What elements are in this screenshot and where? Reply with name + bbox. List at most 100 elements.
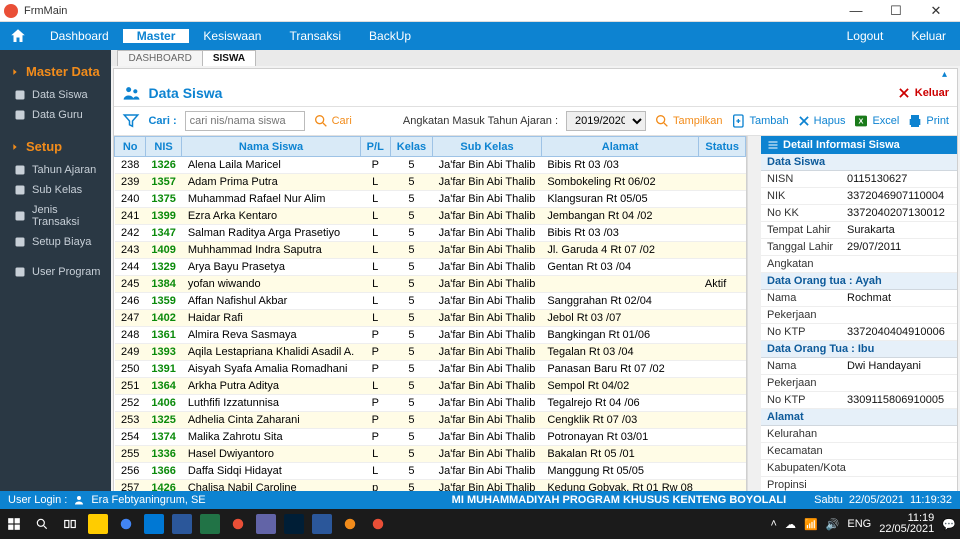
taskbar-app[interactable] [144,514,164,534]
tray-chevron-icon[interactable]: ˄ [771,518,777,530]
col-header[interactable]: Status [699,137,746,157]
search-input[interactable] [185,111,305,131]
menu-backup[interactable]: BackUp [355,29,425,43]
menu-kesiswaan[interactable]: Kesiswaan [189,29,275,43]
detail-section: Data Orang Tua : Ibu [761,341,957,358]
start-button[interactable] [4,514,24,534]
taskbar-app[interactable] [172,514,192,534]
data-table-container[interactable]: NoNISNama SiswaP/LKelasSub KelasAlamatSt… [114,136,747,491]
table-row[interactable]: 2521406Luthfifi IzzatunnisaP5Ja'far Bin … [115,395,746,412]
menu-dashboard[interactable]: Dashboard [36,29,123,43]
table-row[interactable]: 2421347Salman Raditya Arga PrasetiyoL5Ja… [115,225,746,242]
detail-row: Tanggal Lahir29/07/2011 [761,239,957,256]
table-row[interactable]: 2531325Adhelia Cinta ZaharaniP5Ja'far Bi… [115,412,746,429]
collapse-caret-icon[interactable]: ▴ [114,69,957,80]
toolbar: Cari : Cari Angkatan Masuk Tahun Ajaran … [114,106,957,136]
taskbar-app[interactable] [256,514,276,534]
task-view-icon[interactable] [60,514,80,534]
taskbar-app[interactable] [88,514,108,534]
app-icon [4,4,18,18]
detail-row: No KTP3309115806910005 [761,392,957,409]
tray-lang[interactable]: ENG [847,518,871,530]
angkatan-select[interactable]: 2019/2020 [566,111,646,131]
tampilkan-button[interactable]: Tampilkan [654,113,723,129]
detail-header: Detail Informasi Siswa [761,136,957,154]
col-header[interactable]: Kelas [390,137,432,157]
table-row[interactable]: 2431409Muhhammad Indra SaputraL5Ja'far B… [115,242,746,259]
scrollbar[interactable] [747,136,761,491]
table-row[interactable]: 2541374Malika Zahrotu SitaP5Ja'far Bin A… [115,429,746,446]
print-button[interactable]: Print [907,113,949,129]
tray-wifi-icon[interactable]: 📶 [804,518,818,531]
home-icon[interactable] [0,27,36,45]
panel-exit-button[interactable]: Keluar [897,86,949,100]
col-header[interactable]: Alamat [541,137,699,157]
angkatan-label: Angkatan Masuk Tahun Ajaran : [403,115,558,127]
sidebar-item[interactable]: Setup Biaya [10,232,101,252]
table-row[interactable]: 2561366Daffa Sidqi HidayatL5Ja'far Bin A… [115,463,746,480]
hapus-button[interactable]: Hapus [797,114,846,128]
table-row[interactable]: 2481361Almira Reva SasmayaP5Ja'far Bin A… [115,327,746,344]
table-row[interactable]: 2441329Arya Bayu PrasetyaL5Ja'far Bin Ab… [115,259,746,276]
list-icon [767,139,779,151]
col-header[interactable]: No [115,137,145,157]
window-titlebar: FrmMain — ☐ ✕ [0,0,960,22]
table-row[interactable]: 2551336Hasel DwiyantoroL5Ja'far Bin Abi … [115,446,746,463]
detail-row: Pekerjaan [761,307,957,324]
col-header[interactable]: P/L [360,137,390,157]
menu-keluar[interactable]: Keluar [897,29,960,43]
menu-logout[interactable]: Logout [833,29,898,43]
taskbar-search-icon[interactable] [32,514,52,534]
sidebar-group[interactable]: Setup [10,139,101,154]
sidebar-item[interactable]: Jenis Transaksi [10,200,101,232]
taskbar-app[interactable] [312,514,332,534]
col-header[interactable]: Nama Siswa [182,137,360,157]
taskbar-app[interactable] [200,514,220,534]
table-row[interactable]: 2381326Alena Laila MaricelP5Ja'far Bin A… [115,157,746,174]
close-button[interactable]: ✕ [916,3,956,19]
sidebar-item[interactable]: Data Siswa [10,85,101,105]
tambah-button[interactable]: Tambah [731,113,789,129]
tray-volume-icon[interactable]: 🔊 [826,518,840,531]
sidebar-item[interactable]: Tahun Ajaran [10,160,101,180]
sidebar-group[interactable]: Master Data [10,64,101,79]
tab-siswa[interactable]: SISWA [202,50,256,66]
maximize-button[interactable]: ☐ [876,3,916,19]
minimize-button[interactable]: — [836,3,876,18]
tab-dashboard[interactable]: DASHBOARD [117,50,202,66]
excel-button[interactable]: X Excel [853,113,899,129]
taskbar-app[interactable] [116,514,136,534]
search-button[interactable]: Cari [313,113,352,129]
taskbar-app[interactable] [228,514,248,534]
table-row[interactable]: 2451384yofan wiwandoL5Ja'far Bin Abi Tha… [115,276,746,293]
table-row[interactable]: 2511364Arkha Putra AdityaL5Ja'far Bin Ab… [115,378,746,395]
detail-row: Pekerjaan [761,375,957,392]
table-row[interactable]: 2471402Haidar RafiL5Ja'far Bin Abi Thali… [115,310,746,327]
menu-transaksi[interactable]: Transaksi [275,29,355,43]
tray-cloud-icon[interactable]: ☁ [785,518,796,531]
col-header[interactable]: Sub Kelas [433,137,542,157]
table-row[interactable]: 2411399Ezra Arka KentaroL5Ja'far Bin Abi… [115,208,746,225]
table-row[interactable]: 2571426Chalisa Nabil Carolinep5Ja'far Bi… [115,480,746,492]
detail-row: NamaRochmat [761,290,957,307]
sidebar-item[interactable]: Sub Kelas [10,180,101,200]
table-row[interactable]: 2491393Aqila Lestapriana Khalidi Asadil … [115,344,746,361]
system-tray[interactable]: ˄ ☁ 📶 🔊 ENG 11:19 22/05/2021 💬 [771,513,956,535]
table-row[interactable]: 2401375Muhammad Rafael Nur AlimL5Ja'far … [115,191,746,208]
taskbar-app[interactable] [368,514,388,534]
sidebar-item[interactable]: User Program [10,262,101,282]
tray-date: 22/05/2021 [879,524,934,535]
tray-notification-icon[interactable]: 💬 [942,518,956,531]
window-title: FrmMain [24,5,836,17]
menu-master[interactable]: Master [123,29,190,43]
sidebar-item[interactable]: Data Guru [10,105,101,125]
taskbar-app[interactable] [284,514,304,534]
table-row[interactable]: 2501391Aisyah Syafa Amalia RomadhaniP5Ja… [115,361,746,378]
table-row[interactable]: 2391357Adam Prima PutraL5Ja'far Bin Abi … [115,174,746,191]
status-time: 11:19:32 [910,494,952,506]
table-row[interactable]: 2461359Affan Nafishul AkbarL5Ja'far Bin … [115,293,746,310]
os-taskbar: ˄ ☁ 📶 🔊 ENG 11:19 22/05/2021 💬 [0,509,960,539]
filter-icon[interactable] [122,112,140,130]
col-header[interactable]: NIS [145,137,181,157]
taskbar-app[interactable] [340,514,360,534]
